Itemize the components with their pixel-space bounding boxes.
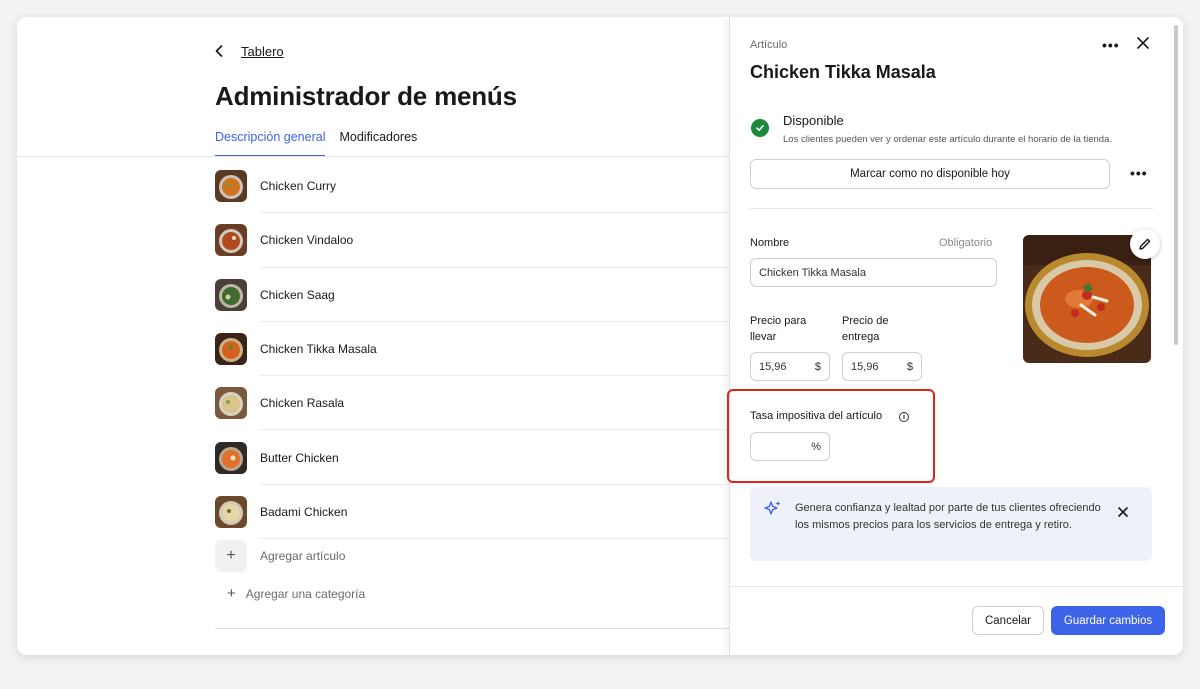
menu-item-row[interactable]: Butter Chicken [215, 430, 729, 485]
tab-bar: Descripción general Modificadores [215, 130, 417, 157]
add-category-label: Agregar una categoría [245, 586, 366, 601]
item-name: Chicken Tikka Masala [260, 342, 377, 357]
add-item-label: Agregar artículo [260, 549, 346, 563]
edit-photo-pencil-icon[interactable] [1130, 229, 1160, 259]
back-chevron-icon[interactable] [215, 43, 229, 59]
item-name: Chicken Saag [260, 287, 335, 302]
item-name: Chicken Rasala [260, 396, 345, 411]
item-name: Chicken Vindaloo [260, 233, 354, 248]
delivery-price-label: Precio de entrega [842, 315, 889, 343]
save-changes-button[interactable]: Guardar cambios [1051, 606, 1165, 635]
mark-unavailable-button[interactable]: Marcar como no disponible hoy [750, 159, 1110, 189]
info-icon[interactable]: i [899, 412, 909, 422]
availability-description: Los clientes pueden ver y ordenar este a… [783, 134, 1113, 145]
breadcrumb: Tablero [215, 43, 284, 59]
item-name: Chicken Curry [260, 179, 337, 194]
page-title: Administrador de menús [215, 81, 517, 111]
tab-modifiers[interactable]: Modificadores [339, 130, 417, 157]
item-name: Butter Chicken [260, 450, 339, 465]
currency-suffix: $ [814, 360, 821, 373]
item-name: Badami Chicken [260, 504, 348, 519]
currency-suffix: $ [906, 360, 913, 373]
panel-title: Chicken Tikka Masala [750, 62, 936, 82]
app-window: Tablero Administrador de menús Descripci… [17, 17, 1183, 655]
check-circle-icon [751, 119, 769, 137]
more-options-icon[interactable]: ••• [1102, 37, 1120, 53]
plus-icon: + [227, 585, 236, 602]
name-input-value: Chicken Tikka Masala [759, 266, 866, 279]
item-thumbnail [215, 387, 247, 420]
name-input[interactable]: Chicken Tikka Masala [750, 258, 997, 287]
menu-item-row[interactable]: Chicken Rasala [215, 376, 729, 431]
close-icon[interactable] [1136, 36, 1150, 55]
percent-suffix: % [811, 440, 821, 453]
item-thumbnail [215, 441, 247, 474]
scrollbar[interactable] [1174, 25, 1178, 345]
tax-rate-label: Tasa impositiva del artículo [750, 410, 883, 422]
section-divider [750, 208, 1153, 209]
menu-item-row[interactable]: Chicken Curry [215, 159, 729, 214]
takeout-price-value: 15,96 [759, 360, 787, 373]
item-thumbnail [215, 278, 247, 311]
tabs-divider [17, 156, 729, 157]
breadcrumb-dashboard-link[interactable]: Tablero [241, 44, 284, 59]
promo-text: Genera confianza y lealtad por parte de … [795, 502, 1101, 531]
name-field-label: Nombre [750, 237, 790, 249]
takeout-price-label: Precio para llevar [750, 315, 807, 343]
sparkle-icon [763, 499, 783, 524]
availability-status: Disponible [783, 113, 844, 128]
plus-icon: + [215, 540, 247, 572]
panel-overline: Artículo [750, 39, 788, 51]
list-bottom-divider [215, 628, 729, 629]
add-item-button[interactable]: + Agregar artículo [215, 540, 345, 572]
item-thumbnail [215, 333, 247, 366]
tax-rate-input[interactable]: % [750, 432, 830, 461]
item-photo [1023, 235, 1151, 363]
item-thumbnail [215, 224, 247, 257]
cancel-button[interactable]: Cancelar [972, 606, 1044, 635]
footer-divider [730, 586, 1183, 587]
menu-item-row[interactable]: Chicken Tikka Masala [215, 322, 729, 377]
menu-item-row[interactable]: Chicken Vindaloo [215, 213, 729, 268]
required-label: Obligatorio [939, 237, 993, 249]
delivery-price-value: 15,96 [851, 360, 879, 373]
promo-banner: Genera confianza y lealtad por parte de … [750, 487, 1152, 561]
item-detail-panel: Artículo ••• Chicken Tikka Masala Dispon… [727, 17, 1183, 655]
delivery-price-input[interactable]: 15,96 $ [842, 352, 922, 381]
menu-item-row[interactable]: Badami Chicken [215, 485, 729, 540]
add-category-button[interactable]: + Agregar una categoría [227, 585, 365, 602]
menu-item-list: Chicken Curry Chicken Vindaloo Chicken S… [215, 159, 729, 540]
item-thumbnail [215, 495, 247, 528]
item-thumbnail [215, 170, 247, 203]
menu-manager-main: Tablero Administrador de menús Descripci… [17, 17, 729, 655]
menu-item-row[interactable]: Chicken Saag [215, 268, 729, 322]
takeout-price-input[interactable]: 15,96 $ [750, 352, 830, 381]
more-options-icon[interactable]: ••• [1130, 165, 1148, 181]
close-icon[interactable] [1118, 504, 1128, 522]
tab-overview[interactable]: Descripción general [215, 130, 326, 157]
